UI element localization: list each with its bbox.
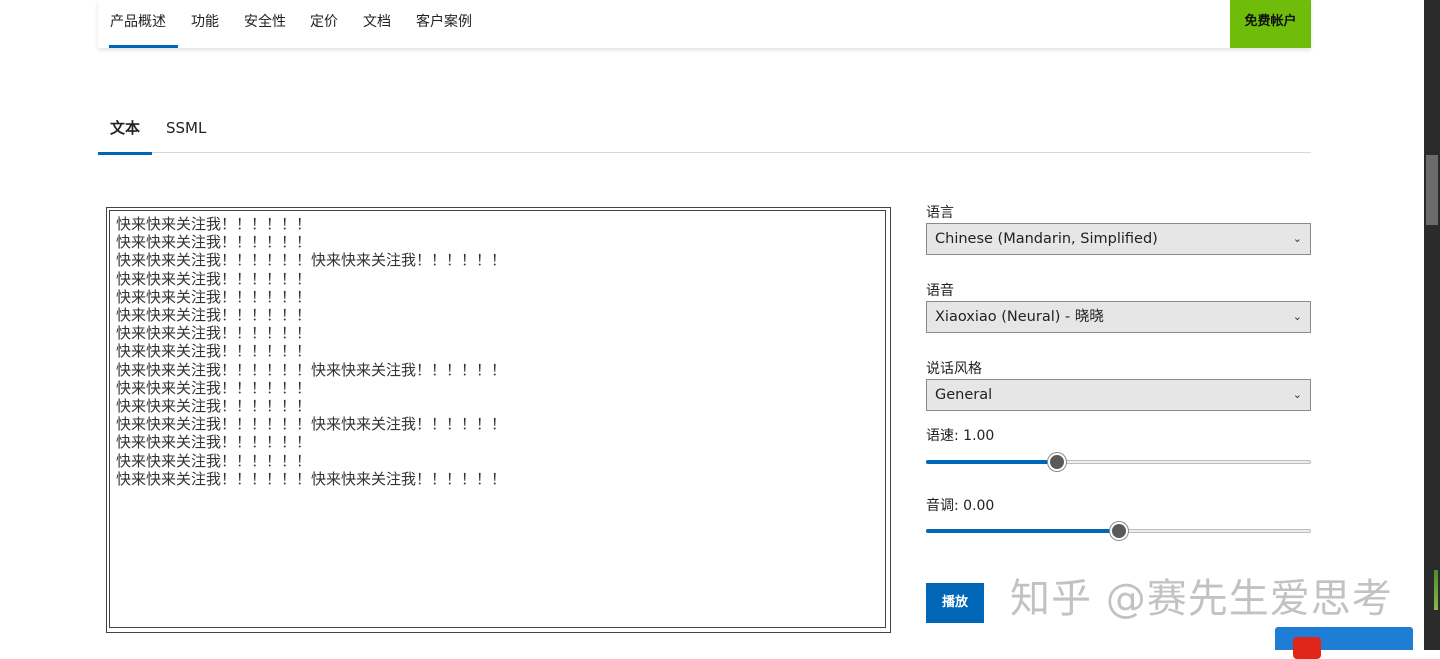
nav-item-pricing[interactable]: 定价 [310, 0, 338, 45]
chevron-down-icon: ⌄ [1292, 388, 1302, 401]
free-account-button[interactable]: 免费帐户 [1230, 0, 1311, 48]
voice-label: 语音 [926, 283, 954, 299]
pitch-label: 音调: 0.00 [926, 498, 995, 514]
rate-slider[interactable] [926, 452, 1311, 472]
voice-select[interactable]: Xiaoxiao (Neural) - 晓晓 ⌄ [926, 301, 1311, 333]
nav-item-customers[interactable]: 客户案例 [416, 0, 472, 45]
chevron-down-icon: ⌄ [1292, 232, 1302, 245]
tab-ssml[interactable]: SSML [166, 110, 206, 152]
rate-slider-fill [926, 460, 1057, 464]
pitch-slider-thumb[interactable] [1109, 522, 1128, 540]
nav-item-features[interactable]: 功能 [191, 0, 219, 45]
text-input[interactable] [109, 210, 886, 628]
rate-label: 语速: 1.00 [926, 428, 995, 444]
nav-item-security[interactable]: 安全性 [244, 0, 286, 45]
style-select[interactable]: General ⌄ [926, 379, 1311, 411]
language-select[interactable]: Chinese (Mandarin, Simplified) ⌄ [926, 223, 1311, 255]
language-select-value: Chinese (Mandarin, Simplified) [935, 231, 1158, 247]
text-editor-frame [106, 207, 891, 633]
tabs-divider [98, 152, 1311, 153]
pitch-slider[interactable] [926, 521, 1311, 541]
top-nav: 产品概述 功能 安全性 定价 文档 客户案例 [98, 0, 1311, 48]
page-scrollbar[interactable] [1424, 0, 1440, 650]
nav-item-docs[interactable]: 文档 [363, 0, 391, 45]
scrollbar-markers [1434, 570, 1438, 610]
pitch-slider-fill [926, 529, 1119, 533]
nav-item-overview[interactable]: 产品概述 [109, 0, 178, 48]
page-scrollbar-thumb[interactable] [1426, 155, 1438, 225]
voice-select-value: Xiaoxiao (Neural) - 晓晓 [935, 309, 1104, 325]
floating-widget[interactable] [1275, 627, 1413, 659]
app-logo-icon [1293, 637, 1321, 659]
tab-text[interactable]: 文本 [98, 110, 153, 155]
watermark: 知乎 @赛先生爱思考 [1010, 576, 1393, 622]
language-label: 语言 [926, 205, 954, 221]
play-button[interactable]: 播放 [926, 583, 984, 623]
style-label: 说话风格 [926, 361, 982, 377]
chevron-down-icon: ⌄ [1292, 310, 1302, 323]
style-select-value: General [935, 387, 993, 403]
rate-slider-thumb[interactable] [1047, 453, 1066, 471]
